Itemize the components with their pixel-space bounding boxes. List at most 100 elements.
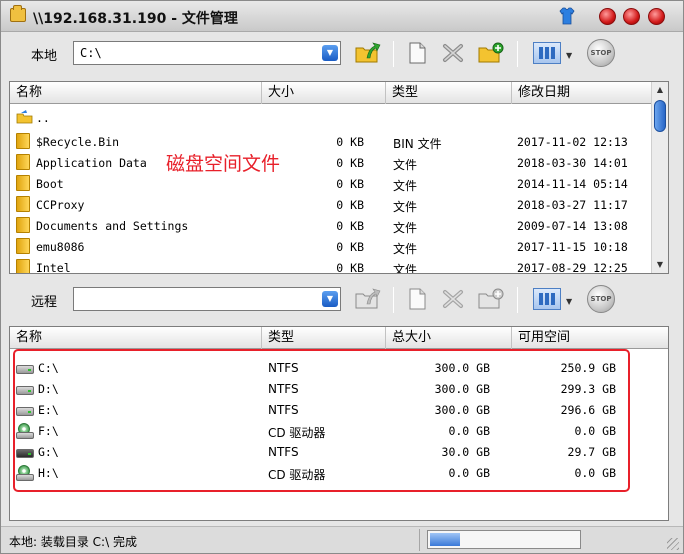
new-file-icon: [409, 42, 426, 64]
table-row[interactable]: Boot 0 KB 文件 2014-11-14 05:14: [10, 173, 668, 194]
file-manager-window: \\192.168.31.190 - 文件管理 本地 C:\ ▼ ▼ STOP …: [0, 0, 684, 554]
table-row[interactable]: $Recycle.Bin 0 KB BIN 文件 2017-11-02 12:1…: [10, 131, 668, 152]
file-date: 2017-11-02 12:13: [517, 135, 628, 149]
folder-icon: [16, 154, 30, 170]
local-file-list[interactable]: 名称 大小 类型 修改日期 .. $Recycle.Bin 0 KB BIN 文…: [9, 81, 669, 274]
folder-up-button[interactable]: [353, 286, 381, 312]
folder-icon: [16, 133, 30, 149]
table-row[interactable]: Application Data 0 KB 文件 2018-03-30 14:0…: [10, 152, 668, 173]
file-size: 0 KB: [336, 261, 364, 274]
table-row[interactable]: Intel 0 KB 文件 2017-08-29 12:25: [10, 257, 668, 274]
file-date: 2018-03-27 11:17: [517, 198, 628, 212]
toolbar-separator: [393, 287, 394, 313]
file-type: BIN 文件: [393, 137, 442, 151]
file-name: Application Data: [36, 156, 147, 170]
file-name: Boot: [36, 177, 64, 191]
file-size: 0 KB: [336, 177, 364, 191]
new-folder-icon: [478, 42, 504, 63]
folder-icon: [16, 175, 30, 191]
file-name: CCProxy: [36, 198, 85, 212]
column-type[interactable]: 类型: [386, 82, 512, 104]
remote-list-header: 名称 类型 总大小 可用空间: [10, 327, 668, 349]
new-folder-icon: [478, 288, 504, 309]
new-file-button[interactable]: [403, 286, 431, 312]
delete-button[interactable]: [439, 286, 467, 312]
chevron-down-icon[interactable]: ▼: [322, 291, 338, 307]
file-date: 2014-11-14 05:14: [517, 177, 628, 191]
resize-grip-icon[interactable]: [667, 538, 679, 550]
maximize-button[interactable]: [623, 8, 640, 25]
file-name: emu8086: [36, 240, 85, 254]
column-total-size[interactable]: 总大小: [386, 327, 512, 349]
close-button[interactable]: [648, 8, 665, 25]
table-row[interactable]: emu8086 0 KB 文件 2017-11-15 10:18: [10, 236, 668, 257]
file-size: 0 KB: [336, 156, 364, 170]
column-modified[interactable]: 修改日期: [512, 82, 653, 104]
delete-button[interactable]: [439, 40, 467, 66]
stop-button[interactable]: STOP: [587, 285, 615, 313]
table-row[interactable]: CCProxy 0 KB 文件 2018-03-27 11:17: [10, 194, 668, 215]
toolbar-separator: [517, 41, 518, 67]
local-scrollbar[interactable]: ▲ ▼: [651, 82, 668, 273]
parent-dir-icon: [16, 110, 33, 124]
file-size: 0 KB: [336, 240, 364, 254]
new-folder-button[interactable]: [477, 40, 505, 66]
folder-icon: [10, 5, 26, 22]
local-toolbar: 本地 C:\ ▼ ▼ STOP: [1, 33, 683, 73]
stop-button[interactable]: STOP: [587, 39, 615, 67]
delete-icon: [443, 290, 463, 308]
column-name[interactable]: 名称: [10, 327, 262, 349]
file-type: 文件: [393, 263, 418, 274]
file-name: $Recycle.Bin: [36, 135, 120, 149]
folder-up-button[interactable]: [353, 40, 381, 66]
window-title: \\192.168.31.190 - 文件管理: [33, 11, 238, 27]
status-separator: [419, 529, 420, 551]
progress-bar: [427, 530, 581, 549]
folder-icon: [16, 238, 30, 254]
file-type: 文件: [393, 242, 418, 256]
file-type: 文件: [393, 158, 418, 172]
folder-up-icon: [355, 288, 381, 309]
list-item-parent[interactable]: ..: [10, 107, 668, 128]
local-path-text: C:\: [80, 46, 102, 60]
view-mode-button[interactable]: [533, 42, 561, 64]
folder-icon: [16, 217, 30, 233]
annotation-highlight-box: [13, 349, 630, 492]
progress-fill: [430, 533, 460, 546]
file-type: 文件: [393, 200, 418, 214]
file-date: 2017-08-29 12:25: [517, 261, 628, 274]
view-mode-button[interactable]: [533, 288, 561, 310]
file-date: 2017-11-15 10:18: [517, 240, 628, 254]
remote-toolbar: 远程 ▼ ▼ STOP: [1, 279, 683, 319]
file-size: 0 KB: [336, 198, 364, 212]
status-bar: 本地: 装载目录 C:\ 完成: [1, 526, 683, 553]
file-type: 文件: [393, 179, 418, 193]
view-dropdown-icon[interactable]: ▼: [566, 51, 572, 60]
new-file-icon: [409, 288, 426, 310]
new-folder-button[interactable]: [477, 286, 505, 312]
minimize-button[interactable]: [599, 8, 616, 25]
shirt-icon[interactable]: [559, 7, 575, 25]
file-size: 0 KB: [336, 219, 364, 233]
scroll-thumb[interactable]: [654, 100, 666, 132]
remote-label: 远程: [31, 295, 58, 310]
folder-icon: [16, 259, 30, 273]
file-size: 0 KB: [336, 135, 364, 149]
table-row[interactable]: Documents and Settings 0 KB 文件 2009-07-1…: [10, 215, 668, 236]
view-dropdown-icon[interactable]: ▼: [566, 297, 572, 306]
column-name[interactable]: 名称: [10, 82, 262, 104]
title-bar[interactable]: \\192.168.31.190 - 文件管理: [1, 1, 683, 32]
toolbar-separator: [393, 41, 394, 67]
column-free-space[interactable]: 可用空间: [512, 327, 668, 349]
parent-dir-label: ..: [36, 111, 50, 125]
scroll-down-icon[interactable]: ▼: [653, 258, 667, 272]
scroll-up-icon[interactable]: ▲: [653, 83, 667, 97]
column-size[interactable]: 大小: [262, 82, 386, 104]
remote-path-combo[interactable]: ▼: [73, 287, 341, 311]
column-type[interactable]: 类型: [262, 327, 386, 349]
new-file-button[interactable]: [403, 40, 431, 66]
local-path-combo[interactable]: C:\ ▼: [73, 41, 341, 65]
toolbar-separator: [517, 287, 518, 313]
chevron-down-icon[interactable]: ▼: [322, 45, 338, 61]
annotation-label: 磁盘空间文件: [166, 153, 281, 175]
